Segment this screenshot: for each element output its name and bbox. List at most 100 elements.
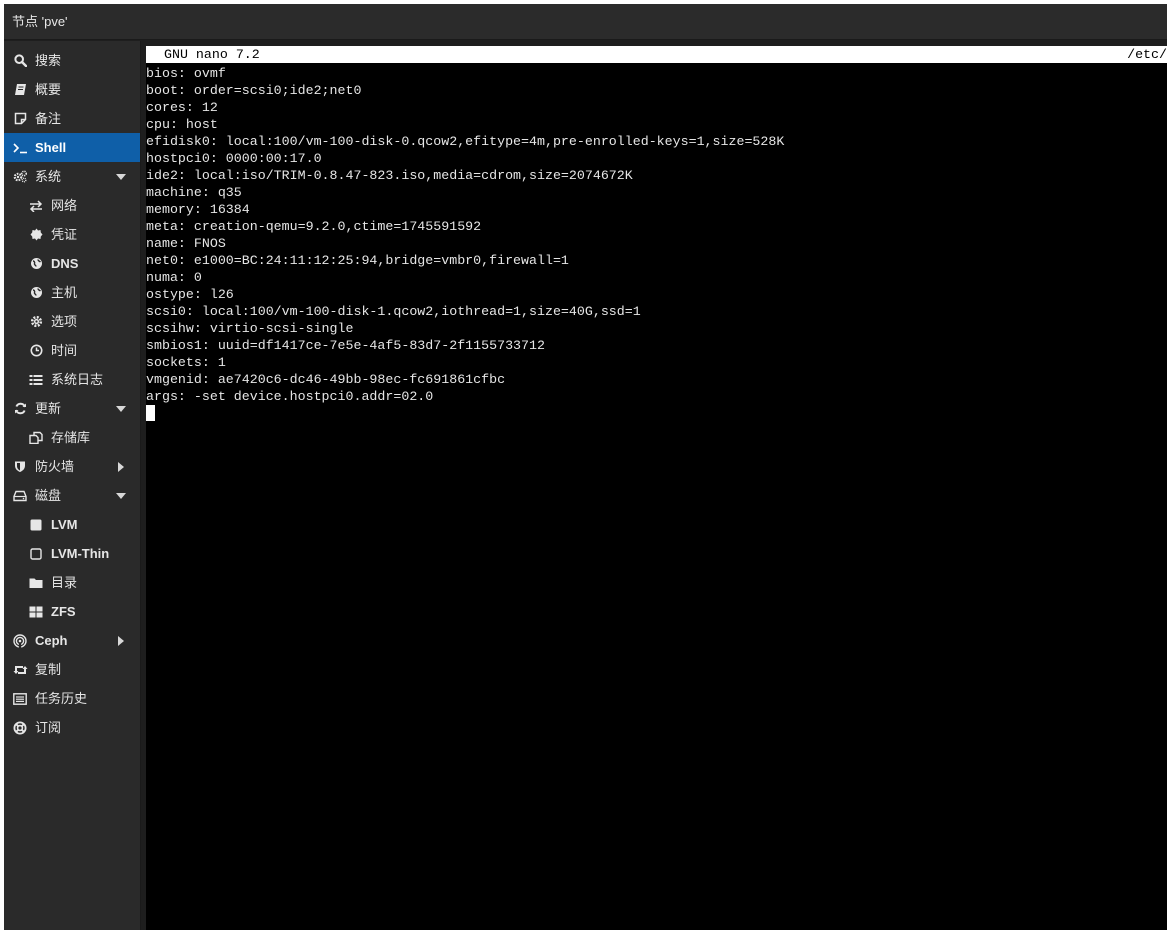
terminal-line: smbios1: uuid=df1417ce-7e5e-4af5-83d7-2f… (146, 338, 545, 353)
terminal-line: machine: q35 (146, 185, 242, 200)
list-alt-icon (12, 684, 28, 713)
sidebar-item-23-list-alt[interactable]: 任务历史 (4, 684, 140, 713)
sidebar-item-9-globe[interactable]: 主机 (4, 278, 140, 307)
terminal-line: numa: 0 (146, 270, 202, 285)
exchange-icon (28, 191, 44, 220)
chevron-down-icon[interactable] (116, 394, 126, 423)
sidebar-item-13-refresh[interactable]: 更新 (4, 394, 140, 423)
retweet-icon (12, 655, 28, 684)
certificate-icon (28, 220, 44, 249)
sidebar-item-label: ZFS (51, 604, 76, 619)
terminal-line: hostpci0: 0000:00:17.0 (146, 151, 322, 166)
terminal-icon (12, 133, 28, 162)
sidebar-item-label: 时间 (51, 343, 78, 358)
sidebar-item-label: Shell (35, 140, 67, 155)
sidebar-item-17-square[interactable]: LVM (4, 510, 140, 539)
window-title: 节点 'pve' (4, 4, 1167, 40)
terminal-line: ide2: local:iso/TRIM-0.8.47-823.iso,medi… (146, 168, 633, 183)
terminal-text: bios: ovmf boot: order=scsi0;ide2;net0 cor… (146, 65, 1167, 405)
sidebar-item-4-terminal[interactable]: Shell (4, 133, 140, 162)
sidebar-item-label: Ceph (35, 633, 68, 648)
sidebar-item-21-ceph[interactable]: Ceph (4, 626, 140, 655)
sidebar-item-12-list[interactable]: 系统日志 (4, 365, 140, 394)
sidebar-item-label: 复制 (35, 662, 62, 677)
terminal-panel[interactable]: GNU nano 7.2 /etc/ bios: ovmf boot: order… (146, 46, 1167, 930)
globe-icon (28, 249, 44, 278)
hdd-icon (12, 481, 28, 510)
chevron-down-icon[interactable] (116, 162, 126, 191)
nano-version: GNU nano 7.2 (164, 47, 260, 62)
terminal-line: ostype: l26 (146, 287, 234, 302)
sidebar: 搜索概要备注 Shell 系统网络凭证 DNS 主机选项时间系统日志更新存储库防火墙磁盘… (4, 41, 141, 930)
terminal-cursor (146, 405, 155, 421)
globe-icon (28, 278, 44, 307)
gear-icon (28, 307, 44, 336)
sidebar-item-label: 主机 (51, 285, 78, 300)
terminal-line: scsi0: local:100/vm-100-disk-1.qcow2,iot… (146, 304, 641, 319)
files-icon (28, 423, 44, 452)
sidebar-item-24-support[interactable]: 订阅 (4, 713, 140, 742)
sidebar-item-2-book[interactable]: 概要 (4, 75, 140, 104)
refresh-icon (12, 394, 28, 423)
sidebar-item-1-search[interactable]: 搜索 (4, 46, 140, 75)
support-icon (12, 713, 28, 742)
gears-icon (12, 162, 28, 191)
search-icon (12, 46, 28, 75)
sidebar-item-15-shield[interactable]: 防火墙 (4, 452, 140, 481)
sidebar-item-19-folder[interactable]: 目录 (4, 568, 140, 597)
square-outline-icon (28, 539, 44, 568)
sidebar-item-7-certificate[interactable]: 凭证 (4, 220, 140, 249)
clock-icon (28, 336, 44, 365)
ceph-icon (12, 626, 28, 655)
app-window: 节点 'pve' 搜索概要备注 Shell 系统网络凭证 DNS 主机选项时间系统日志更… (4, 4, 1167, 930)
list-icon (28, 365, 44, 394)
sidebar-item-label: 备注 (35, 111, 62, 126)
sidebar-item-11-clock[interactable]: 时间 (4, 336, 140, 365)
sidebar-item-label: 概要 (35, 82, 62, 97)
sidebar-item-label: 更新 (35, 401, 62, 416)
sidebar-item-5-gears[interactable]: 系统 (4, 162, 140, 191)
terminal-line: memory: 16384 (146, 202, 250, 217)
nano-header-bar: GNU nano 7.2 /etc/ (146, 46, 1167, 63)
sidebar-item-3-note[interactable]: 备注 (4, 104, 140, 133)
sidebar-item-label: 搜索 (35, 53, 62, 68)
sidebar-item-16-hdd[interactable]: 磁盘 (4, 481, 140, 510)
terminal-line: sockets: 1 (146, 355, 226, 370)
note-icon (12, 104, 28, 133)
chevron-right-icon[interactable] (118, 626, 124, 655)
sidebar-item-22-retweet[interactable]: 复制 (4, 655, 140, 684)
sidebar-item-label: 选项 (51, 314, 78, 329)
sidebar-item-label: 系统 (35, 169, 62, 184)
chevron-right-icon[interactable] (118, 452, 124, 481)
book-icon (12, 75, 28, 104)
sidebar-item-10-gear[interactable]: 选项 (4, 307, 140, 336)
terminal-line: vmgenid: ae7420c6-dc46-49bb-98ec-fc69186… (146, 372, 506, 387)
sidebar-item-14-files[interactable]: 存储库 (4, 423, 140, 452)
sidebar-item-label: 存储库 (51, 430, 91, 445)
terminal-line: args: -set device.hostpci0.addr=02.0 (146, 389, 434, 404)
sidebar-item-label: 防火墙 (35, 459, 75, 474)
sidebar-item-8-globe[interactable]: DNS (4, 249, 140, 278)
chevron-down-icon[interactable] (116, 481, 126, 510)
sidebar-item-20-grid[interactable]: ZFS (4, 597, 140, 626)
nano-file-path: /etc/ (1127, 47, 1167, 62)
sidebar-item-18-square-outline[interactable]: LVM-Thin (4, 539, 140, 568)
sidebar-item-label: 磁盘 (35, 488, 62, 503)
sidebar-item-6-exchange[interactable]: 网络 (4, 191, 140, 220)
terminal-line: net0: e1000=BC:24:11:12:25:94,bridge=vmb… (146, 253, 569, 268)
terminal-line: boot: order=scsi0;ide2;net0 (146, 83, 362, 98)
sidebar-item-label: 网络 (51, 198, 78, 213)
sidebar-item-label: 凭证 (51, 227, 78, 242)
square-icon (28, 510, 44, 539)
terminal-line: name: FNOS (146, 236, 226, 251)
terminal-line: efidisk0: local:100/vm-100-disk-0.qcow2,… (146, 134, 785, 149)
terminal-line: cores: 12 (146, 100, 218, 115)
terminal-line: cpu: host (146, 117, 218, 132)
folder-icon (28, 568, 44, 597)
shield-icon (12, 452, 28, 481)
sidebar-item-label: DNS (51, 256, 79, 271)
sidebar-item-label: LVM-Thin (51, 546, 110, 561)
grid-icon (28, 597, 44, 626)
terminal-line: scsihw: virtio-scsi-single (146, 321, 354, 336)
terminal-line: meta: creation-qemu=9.2.0,ctime=17455915… (146, 219, 482, 234)
